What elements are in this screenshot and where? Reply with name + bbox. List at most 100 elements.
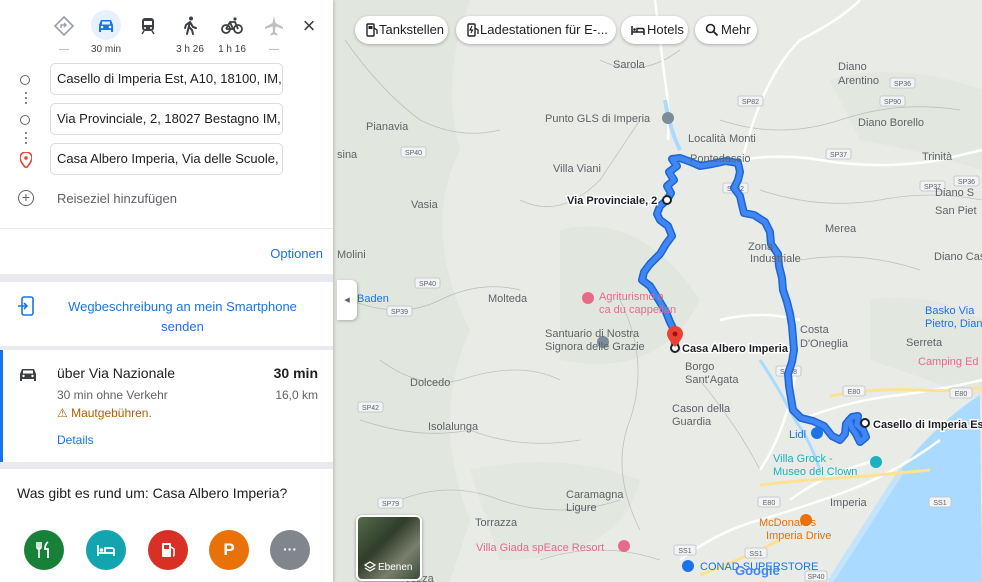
museum-marker-icon[interactable]	[870, 456, 882, 468]
send-to-phone-link[interactable]: Wegbeschreibung an mein Smartphone sende…	[60, 297, 305, 337]
start-marker-icon	[20, 75, 30, 85]
nearby-parking-button[interactable]: P	[209, 530, 249, 570]
bike-icon	[221, 17, 243, 34]
road-label: SP82	[742, 99, 759, 106]
map-label: Sarola	[613, 59, 646, 71]
shop-marker-icon[interactable]	[682, 560, 694, 572]
divider	[0, 228, 333, 229]
map-label: Imperia	[830, 497, 868, 509]
start-point-icon[interactable]	[860, 418, 870, 428]
road-label: SP36	[958, 179, 975, 186]
route-traffic-info: 30 min ohne Verkehr	[57, 388, 168, 402]
map-label: Vasia	[411, 199, 439, 211]
map-label: Basko Via	[925, 305, 975, 317]
mode-transit[interactable]	[126, 8, 170, 54]
road-label: SP39	[391, 309, 408, 316]
map-label: Pianavia	[366, 121, 409, 133]
map-label: Trinità	[922, 151, 953, 163]
map-label: Museo del Clown	[773, 466, 857, 478]
mode-bike[interactable]: 1 h 16	[210, 8, 254, 55]
divider	[0, 462, 333, 469]
pin-label-destination: Casa Albero Imperia	[682, 343, 789, 355]
flight-icon	[265, 16, 283, 36]
send-to-phone-icon	[18, 296, 34, 316]
map-label: Sant'Agata	[685, 374, 739, 386]
road-label: SP79	[382, 501, 399, 508]
waypoint-row-stop: Via Provinciale, 2, 18027 Bestagno IM, I…	[0, 103, 333, 137]
mode-best-route[interactable]: —	[42, 8, 86, 55]
mode-bike-sub: 1 h 16	[218, 44, 246, 55]
road-label: SS1	[749, 551, 762, 558]
waypoint-row-destination: Casa Albero Imperia, Via delle Scuole, 4…	[0, 143, 333, 177]
road-label: SP36	[894, 81, 911, 88]
map-label: sina	[337, 149, 358, 161]
directions-panel: — 30 min 3 h 26 1 h 16 — × Casello di Im…	[0, 0, 333, 582]
chip-gas-stations[interactable]: Tankstellen	[355, 16, 448, 44]
collapse-panel-button[interactable]: ◂	[337, 280, 357, 320]
chip-ev-stations[interactable]: Ladestationen für E-...	[456, 16, 616, 44]
stop-point-icon[interactable]	[662, 195, 672, 205]
map-label: Diano Borello	[858, 117, 924, 129]
search-icon	[705, 23, 719, 37]
more-icon: ···	[283, 541, 297, 557]
hotel-icon	[97, 545, 115, 556]
road-label: E80	[763, 500, 776, 507]
start-input[interactable]: Casello di Imperia Est, A10, 18100, IM, …	[50, 63, 283, 95]
hotel-icon	[631, 26, 645, 35]
mode-car-sub: 30 min	[90, 44, 121, 55]
chip-more[interactable]: Mehr	[695, 16, 757, 44]
stop-input[interactable]: Via Provinciale, 2, 18027 Bestagno IM, I…	[50, 103, 283, 135]
hotel-marker-icon[interactable]	[618, 540, 630, 552]
map-label: Caramagna	[566, 489, 624, 501]
options-link[interactable]: Optionen	[270, 246, 323, 261]
map-label: Zona	[748, 241, 774, 253]
nearby-hotels-button[interactable]	[86, 530, 126, 570]
road-label: SS1	[933, 500, 946, 507]
nearby-restaurants-button[interactable]	[24, 530, 64, 570]
walk-icon	[184, 16, 197, 35]
nearby-more-button[interactable]: ···	[270, 530, 310, 570]
hotel-marker-icon[interactable]	[582, 292, 594, 304]
map-label: Villa Viani	[553, 163, 601, 175]
map-label: Imperia Drive	[766, 530, 831, 542]
chip-label: Ladestationen für E-...	[480, 22, 608, 37]
nearby-title: Was gibt es rund um: Casa Albero Imperia…	[17, 485, 288, 501]
waypoint-row-start: Casello di Imperia Est, A10, 18100, IM, …	[0, 63, 333, 97]
pin-label-start: Casello di Imperia Es	[873, 419, 982, 431]
map-label: Borgo	[685, 361, 714, 373]
mode-flight-sub: —	[269, 44, 279, 55]
map-label: Pontedassio	[690, 153, 751, 165]
road-label: E80	[955, 391, 968, 398]
chip-label: Tankstellen	[379, 22, 445, 37]
map-canvas[interactable]: SP40 SP40 SP39 SP42 SP79 SP82 SP90 SP36 …	[333, 0, 982, 582]
map-label: Cason della	[672, 403, 731, 415]
google-logo: Google	[735, 563, 780, 578]
transit-icon	[141, 18, 155, 35]
shop-marker-icon[interactable]	[811, 427, 823, 439]
road-label: SP42	[362, 405, 379, 412]
map-label: Molteda	[488, 293, 528, 305]
map-label: Dolcedo	[410, 377, 450, 389]
road-label: SS1	[678, 548, 691, 555]
best-route-icon	[53, 15, 75, 37]
close-icon[interactable]: ×	[299, 15, 319, 37]
stop-marker-icon	[20, 115, 30, 125]
mode-car[interactable]: 30 min	[84, 8, 128, 55]
add-destination-button[interactable]: + Reiseziel hinzufügen	[0, 188, 333, 210]
divider	[0, 274, 333, 282]
layers-button[interactable]: Ebenen	[356, 515, 422, 581]
mode-flight[interactable]: —	[252, 8, 296, 55]
shop-marker-icon[interactable]	[662, 112, 674, 124]
route-option[interactable]: über Via Nazionale 30 min 30 min ohne Ve…	[0, 350, 333, 462]
destination-input[interactable]: Casa Albero Imperia, Via delle Scuole, 4…	[50, 143, 283, 175]
map-label: Baden	[357, 293, 389, 305]
toll-warning: ⚠ Mautgebühren.	[57, 406, 152, 420]
map-label: Serreta	[906, 337, 943, 349]
chip-hotels[interactable]: Hotels	[621, 16, 688, 44]
travel-mode-bar: — 30 min 3 h 26 1 h 16 —	[40, 8, 330, 55]
mode-walk[interactable]: 3 h 26	[168, 8, 212, 55]
route-details-link[interactable]: Details	[57, 433, 94, 447]
nearby-gas-button[interactable]	[148, 530, 188, 570]
parking-icon: P	[223, 540, 235, 559]
route-distance: 16,0 km	[275, 388, 318, 402]
